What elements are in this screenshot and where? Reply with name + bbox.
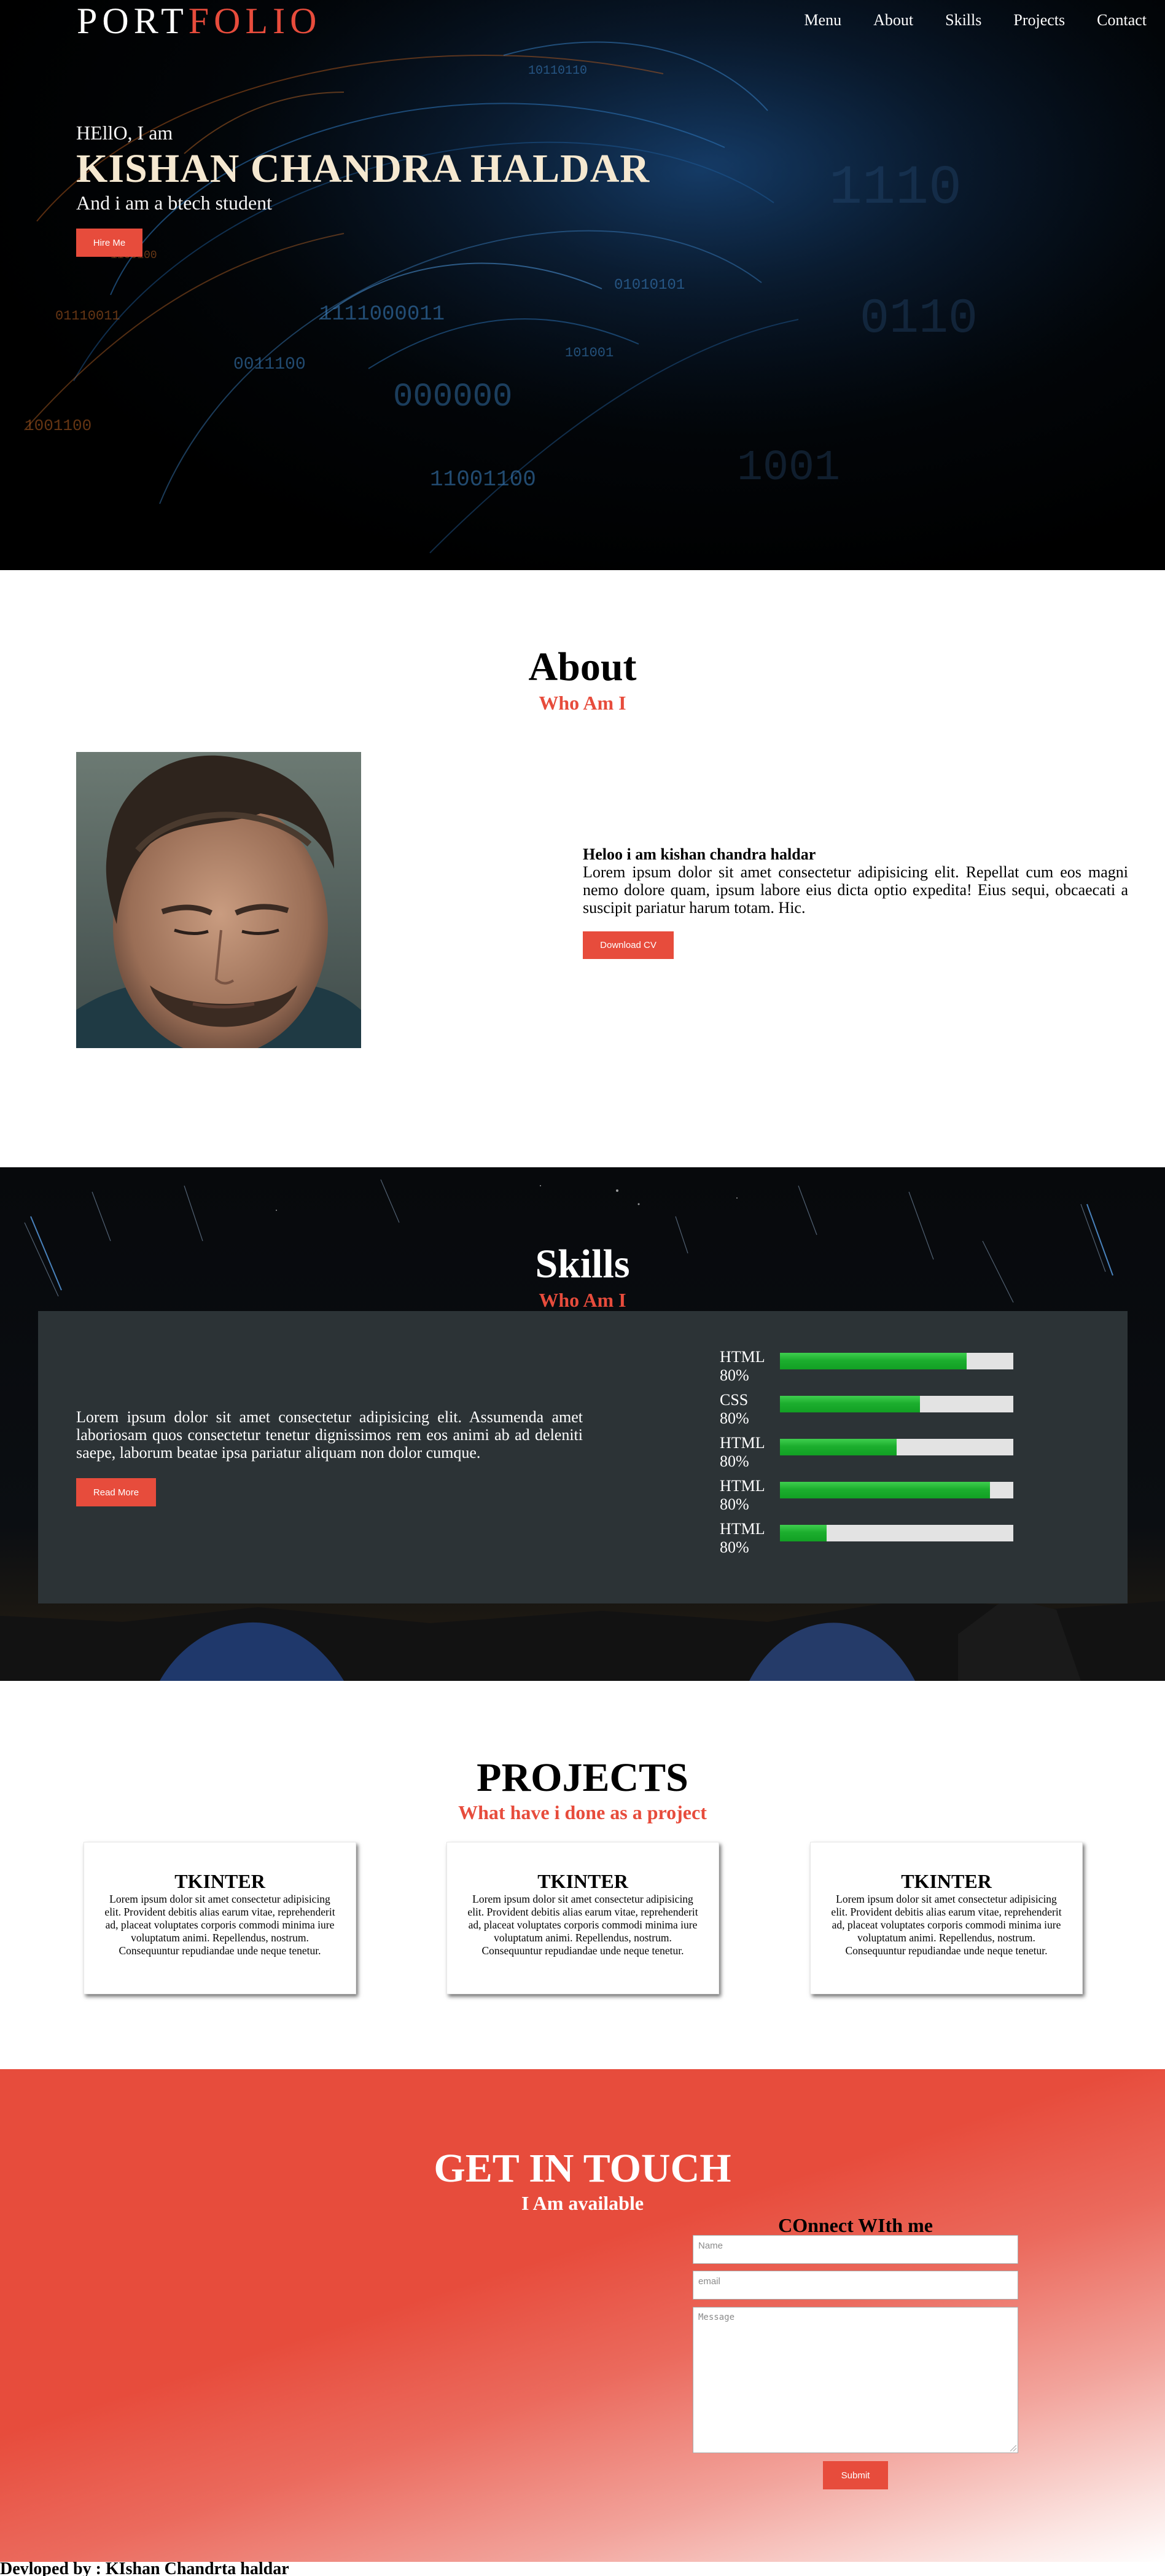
project-description: Lorem ipsum dolor sit amet consectetur a…	[831, 1893, 1062, 1957]
skills-section: Skills Who Am I Lorem ipsum dolor sit am…	[0, 1167, 1165, 1681]
site-logo[interactable]: PORTFOLIO	[77, 1, 321, 41]
contact-title: GET IN TOUCH	[434, 2146, 731, 2191]
about-text-block: Heloo i am kishan chandra haldar Lorem i…	[583, 845, 1128, 917]
projects-title: PROJECTS	[477, 1755, 688, 1800]
skill-item: CSS 80%	[720, 1391, 1027, 1434]
skill-item: HTML 80%	[720, 1434, 1027, 1477]
svg-text:000000: 000000	[393, 378, 512, 416]
contact-form-title: COnnect WIth me	[778, 2214, 933, 2236]
skill-progress-fill	[780, 1525, 827, 1541]
hire-me-button[interactable]: Hire Me	[76, 229, 142, 257]
skill-progress-track	[780, 1439, 1013, 1455]
about-section: About Who Am I Heloo i am kishan chandra…	[0, 570, 1165, 1167]
skill-progress-fill	[780, 1396, 920, 1412]
nav-projects[interactable]: Projects	[1013, 10, 1065, 31]
project-title: TKINTER	[901, 1870, 992, 1892]
skill-percent: 80%	[720, 1538, 749, 1556]
svg-text:01110011: 01110011	[55, 308, 120, 324]
svg-text:101001: 101001	[565, 345, 614, 361]
project-title: TKINTER	[174, 1870, 265, 1892]
svg-text:10110110: 10110110	[528, 64, 587, 78]
profile-photo	[76, 752, 361, 1048]
svg-text:1001100: 1001100	[25, 417, 92, 435]
skill-progress-fill	[780, 1353, 967, 1369]
skills-description: Lorem ipsum dolor sit amet consectetur a…	[76, 1408, 583, 1462]
project-card[interactable]: TKINTER Lorem ipsum dolor sit amet conse…	[84, 1842, 356, 1994]
hero-name: KISHAN CHANDRA HALDAR	[76, 146, 650, 191]
skill-progress-track	[780, 1525, 1013, 1541]
project-title: TKINTER	[537, 1870, 628, 1892]
svg-text:0110: 0110	[860, 291, 978, 347]
contact-section: GET IN TOUCH I Am available COnnect WIth…	[0, 2069, 1165, 2562]
read-more-button[interactable]: Read More	[76, 1478, 156, 1506]
about-title: About	[528, 644, 637, 689]
message-textarea[interactable]: Message	[693, 2307, 1018, 2453]
skill-item: HTML 80%	[720, 1477, 1027, 1520]
hero-greeting: HEllO, I am	[76, 122, 173, 144]
skill-percent: 80%	[720, 1495, 749, 1513]
skills-subtitle: Who Am I	[539, 1289, 626, 1311]
svg-text:1001: 1001	[737, 444, 840, 493]
skills-panel: Lorem ipsum dolor sit amet consectetur a…	[38, 1311, 1128, 1603]
contact-subtitle: I Am available	[521, 2192, 644, 2214]
nav-skills[interactable]: Skills	[945, 10, 981, 31]
email-input[interactable]: email	[693, 2271, 1018, 2300]
svg-text:01010101: 01010101	[614, 277, 685, 294]
hero-background-image: 1111000011 000000 10110110 01010101 0011…	[0, 0, 1165, 570]
skill-name: HTML	[720, 1434, 765, 1452]
skill-name: HTML	[720, 1520, 765, 1538]
skill-item: HTML 80%	[720, 1520, 1027, 1563]
skill-progress-fill	[780, 1482, 990, 1498]
nav-contact[interactable]: Contact	[1097, 10, 1147, 31]
skill-name: HTML	[720, 1348, 765, 1366]
project-card[interactable]: TKINTER Lorem ipsum dolor sit amet conse…	[446, 1842, 719, 1994]
message-placeholder: Message	[698, 2312, 735, 2322]
skill-progress-track	[780, 1396, 1013, 1412]
skill-name: HTML	[720, 1477, 765, 1495]
projects-subtitle: What have i done as a project	[458, 1801, 707, 1823]
hero-subtitle: And i am a btech student	[76, 192, 273, 214]
project-card[interactable]: TKINTER Lorem ipsum dolor sit amet conse…	[810, 1842, 1083, 1994]
skill-percent: 80%	[720, 1452, 749, 1470]
nav-menu[interactable]: Menu	[804, 10, 841, 31]
skill-percent: 80%	[720, 1409, 749, 1427]
about-body: Lorem ipsum dolor sit amet consectetur a…	[583, 863, 1128, 917]
svg-text:1111000011: 1111000011	[319, 303, 445, 326]
nav-about[interactable]: About	[873, 10, 913, 31]
svg-text:1110: 1110	[829, 157, 962, 220]
name-placeholder: Name	[698, 2241, 723, 2251]
project-description: Lorem ipsum dolor sit amet consectetur a…	[104, 1893, 335, 1957]
svg-text:11001100: 11001100	[430, 467, 536, 492]
download-cv-button[interactable]: Download CV	[583, 931, 674, 959]
project-description: Lorem ipsum dolor sit amet consectetur a…	[467, 1893, 698, 1957]
projects-section: PROJECTS What have i done as a project T…	[0, 1681, 1165, 2069]
name-input[interactable]: Name	[693, 2235, 1018, 2264]
email-placeholder: email	[698, 2276, 720, 2287]
footer-credit: Devloped by : KIshan Chandrta haldar	[0, 2559, 289, 2576]
skill-item: HTML 80%	[720, 1348, 1027, 1391]
resize-handle-icon[interactable]	[1010, 2445, 1016, 2451]
logo-text-port: PORT	[77, 1, 189, 41]
skill-progress-track	[780, 1482, 1013, 1498]
main-nav: Menu About Skills Projects Contact	[772, 10, 1147, 31]
skills-title: Skills	[535, 1242, 630, 1286]
about-heading: Heloo i am kishan chandra haldar	[583, 845, 816, 863]
svg-text:0011100: 0011100	[233, 355, 306, 374]
skill-percent: 80%	[720, 1366, 749, 1384]
skill-name: CSS	[720, 1391, 749, 1409]
submit-button[interactable]: Submit	[823, 2461, 888, 2489]
about-subtitle: Who Am I	[539, 692, 626, 714]
skill-progress-fill	[780, 1439, 897, 1455]
logo-text-folio: FOLIO	[188, 1, 322, 41]
hero-section: 1111000011 000000 10110110 01010101 0011…	[0, 0, 1165, 570]
skill-progress-track	[780, 1353, 1013, 1369]
